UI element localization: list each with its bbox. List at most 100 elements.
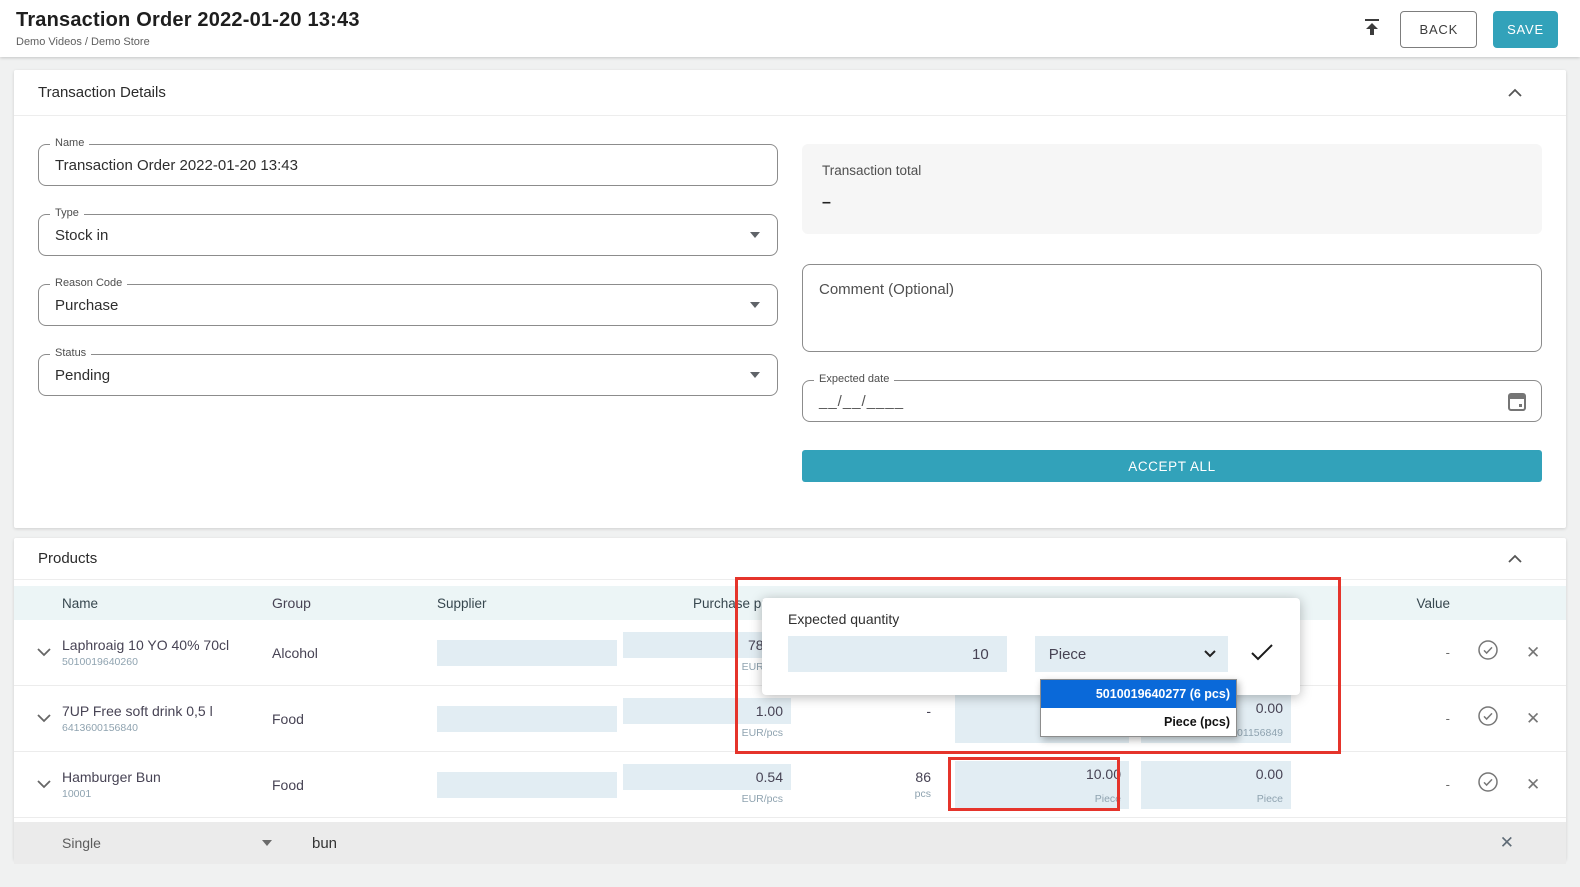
topbar-actions: BACK SAVE (1360, 11, 1558, 48)
product-group: Alcohol (272, 645, 437, 661)
confirm-check-icon[interactable] (1250, 643, 1274, 666)
remove-row-icon[interactable]: ✕ (1526, 775, 1540, 795)
row-expand-chevron-icon[interactable] (26, 648, 62, 657)
status-select[interactable]: Status Pending (38, 354, 778, 396)
type-select-value: Stock in (55, 227, 108, 244)
purchase-price-unit: EUR/pcs (623, 793, 791, 805)
status-label: Status (50, 347, 91, 359)
dropdown-arrow-icon (750, 232, 760, 238)
accepted-quantity-input[interactable]: 0.00 Piece (1141, 761, 1291, 809)
save-button[interactable]: SAVE (1493, 11, 1558, 48)
transaction-details-header: Transaction Details (14, 70, 1566, 116)
expected-date-label: Expected date (814, 373, 894, 385)
details-right-column: Transaction total – Expected date __/__/… (802, 144, 1542, 482)
expected-quantity-value: 10.00 (963, 766, 1121, 782)
breadcrumb: Demo Videos / Demo Store (16, 36, 360, 48)
row-value: - (1291, 711, 1466, 726)
dropdown-arrow-icon (750, 372, 760, 378)
transaction-total-label: Transaction total (822, 163, 1522, 178)
col-header-group[interactable]: Group (272, 595, 437, 611)
name-field[interactable]: Name Transaction Order 2022-01-20 13:43 (38, 144, 778, 186)
type-select-label: Type (50, 207, 84, 219)
name-field-value: Transaction Order 2022-01-20 13:43 (55, 157, 298, 174)
unit-select[interactable]: Piece (1035, 636, 1228, 672)
top-bar: Transaction Order 2022-01-20 13:43 Demo … (0, 0, 1580, 57)
filter-mode-select[interactable]: Single (62, 835, 262, 851)
expected-quantity-input[interactable]: 10.00 Piece (955, 761, 1129, 809)
remove-row-icon[interactable]: ✕ (1526, 643, 1540, 663)
reason-code-value: Purchase (55, 297, 118, 314)
stock-unit: pcs (791, 788, 931, 800)
dropdown-arrow-icon (750, 302, 760, 308)
stock-quantity: 86 (791, 769, 931, 785)
stock-quantity: - (791, 703, 931, 719)
reason-code-select[interactable]: Reason Code Purchase (38, 284, 778, 326)
product-code: 5010019640260 (62, 656, 272, 668)
product-group: Food (272, 711, 437, 727)
purchase-price-input[interactable]: 1.00 (623, 698, 791, 724)
transaction-total-value: – (822, 194, 1522, 212)
row-expand-chevron-icon[interactable] (26, 714, 62, 723)
product-name[interactable]: 7UP Free soft drink 0,5 l (62, 703, 272, 719)
name-field-label: Name (50, 137, 89, 149)
reason-code-label: Reason Code (50, 277, 127, 289)
purchase-price-input[interactable]: 0.54 (623, 764, 791, 790)
filter-search-input[interactable]: bun (312, 835, 337, 852)
col-header-name[interactable]: Name (62, 596, 272, 611)
popup-title: Expected quantity (788, 611, 1274, 627)
supplier-input[interactable] (437, 706, 617, 732)
product-name[interactable]: Laphroaig 10 YO 40% 70cl (62, 637, 272, 653)
expected-quantity-unit: Piece (963, 793, 1121, 805)
col-header-value[interactable]: Value (1291, 596, 1466, 611)
expected-date-field[interactable]: Expected date __/__/____ (802, 380, 1542, 422)
unit-select-dropdown: 5010019640277 (6 pcs) Piece (pcs) (1040, 679, 1237, 737)
supplier-input[interactable] (437, 772, 617, 798)
collapse-chevron-icon[interactable] (1508, 550, 1522, 567)
calendar-icon[interactable] (1507, 391, 1527, 417)
transaction-total-box: Transaction total – (802, 144, 1542, 234)
collapse-chevron-icon[interactable] (1508, 84, 1522, 101)
product-filter-bar: Single bun ✕ (14, 822, 1566, 864)
product-row: Hamburger Bun 10001 Food 0.54 EUR/pcs 86… (14, 752, 1566, 818)
title-block: Transaction Order 2022-01-20 13:43 Demo … (16, 9, 360, 48)
chevron-down-icon (1204, 650, 1216, 658)
products-card: Products Name Group Supplier Purchase pr… (14, 538, 1566, 860)
details-left-column: Name Transaction Order 2022-01-20 13:43 … (38, 144, 778, 482)
remove-row-icon[interactable]: ✕ (1526, 709, 1540, 729)
transaction-details-card: Transaction Details Name Transaction Ord… (14, 70, 1566, 528)
publish-icon[interactable] (1360, 15, 1384, 44)
section-title: Products (38, 550, 97, 567)
purchase-price-unit: EUR/pcs (623, 727, 791, 739)
row-value: - (1291, 645, 1466, 660)
products-header: Products (14, 538, 1566, 580)
quantity-input[interactable]: 10 (788, 636, 1007, 672)
clear-filter-icon[interactable]: ✕ (1500, 833, 1514, 853)
accepted-quantity-unit: Piece (1149, 793, 1283, 805)
page-title: Transaction Order 2022-01-20 13:43 (16, 9, 360, 32)
row-expand-chevron-icon[interactable] (26, 780, 62, 789)
comment-field[interactable] (802, 264, 1542, 352)
accept-row-icon[interactable] (1476, 638, 1500, 667)
section-title: Transaction Details (38, 84, 166, 101)
accept-row-icon[interactable] (1476, 770, 1500, 799)
type-select[interactable]: Type Stock in (38, 214, 778, 256)
supplier-input[interactable] (437, 640, 617, 666)
row-value: - (1291, 777, 1466, 792)
details-body: Name Transaction Order 2022-01-20 13:43 … (14, 116, 1566, 482)
dropdown-arrow-icon (262, 840, 272, 846)
product-code: 6413600156840 (62, 722, 272, 734)
expected-date-value: __/__/____ (819, 393, 904, 410)
dropdown-option-highlighted[interactable]: 5010019640277 (6 pcs) (1041, 680, 1236, 708)
product-group: Food (272, 777, 437, 793)
dropdown-option[interactable]: Piece (pcs) (1041, 708, 1236, 736)
back-button[interactable]: BACK (1400, 11, 1477, 48)
accept-row-icon[interactable] (1476, 704, 1500, 733)
stock-unit (791, 722, 931, 734)
unit-select-value: Piece (1049, 646, 1087, 663)
comment-textarea[interactable] (819, 281, 1525, 337)
accept-all-button[interactable]: ACCEPT ALL (802, 450, 1542, 482)
product-name[interactable]: Hamburger Bun (62, 769, 272, 785)
col-header-supplier[interactable]: Supplier (437, 596, 617, 611)
accepted-quantity-value: 0.00 (1149, 766, 1283, 782)
status-value: Pending (55, 367, 110, 384)
